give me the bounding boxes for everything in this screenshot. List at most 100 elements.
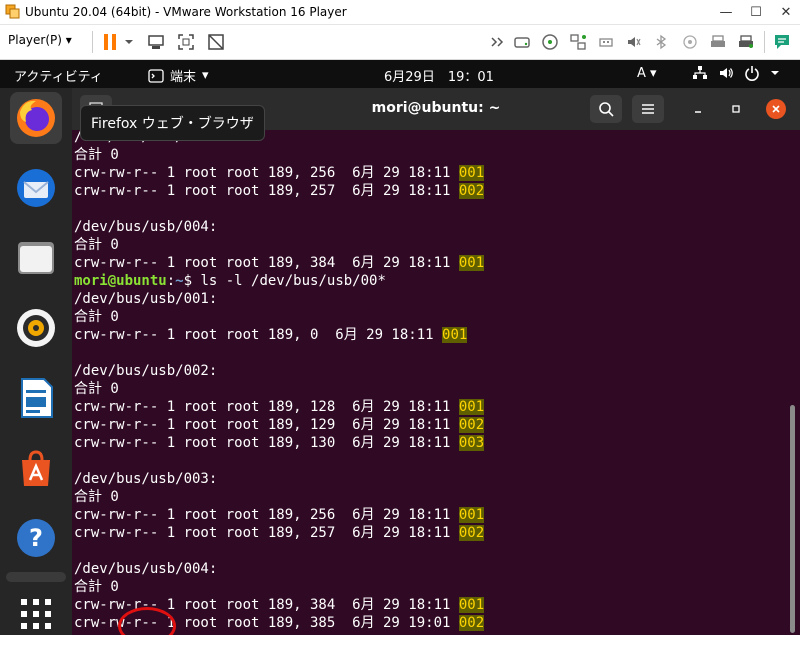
sound-card-icon[interactable] bbox=[624, 32, 644, 52]
output-text: crw-rw-r-- 1 root root 189, 130 6月 29 18… bbox=[74, 435, 459, 451]
dock-show-applications[interactable] bbox=[10, 592, 62, 636]
output-text: 合計 0 bbox=[74, 309, 119, 325]
svg-text:?: ? bbox=[29, 524, 43, 552]
clock[interactable]: 6月29日 19：01 bbox=[384, 66, 494, 85]
player-menu[interactable]: Player(P) ▾ bbox=[8, 33, 72, 47]
usb-device-icon[interactable] bbox=[596, 32, 616, 52]
dock-files[interactable] bbox=[10, 232, 62, 284]
output-text: crw-rw-r-- 1 root root 189, 256 6月 29 18… bbox=[74, 507, 459, 523]
terminal-line: crw-rw-r-- 1 root root 189, 256 6月 29 18… bbox=[74, 164, 784, 182]
ubuntu-software-icon bbox=[22, 450, 50, 486]
maximize-icon bbox=[732, 105, 740, 113]
show-applications-icon bbox=[21, 599, 51, 629]
terminal-output[interactable]: /dev/bus/usb/003:合計 0crw-rw-r-- 1 root r… bbox=[74, 128, 784, 635]
dock-ubuntu-software[interactable] bbox=[10, 442, 62, 494]
fullscreen-icon[interactable] bbox=[176, 32, 196, 52]
bluetooth-icon[interactable] bbox=[652, 32, 672, 52]
terminal-line: crw-rw-r-- 1 root root 189, 130 6月 29 18… bbox=[74, 434, 784, 452]
device-number: 003 bbox=[458, 435, 485, 451]
message-log-icon[interactable] bbox=[772, 32, 792, 52]
device-number: 001 bbox=[458, 399, 485, 415]
dock: ? bbox=[0, 88, 72, 635]
vm-bottom-border bbox=[0, 635, 800, 649]
vmware-app-icon bbox=[5, 4, 20, 19]
cd-dvd-icon[interactable] bbox=[540, 32, 560, 52]
prompt-path: ~ bbox=[175, 273, 184, 289]
terminal-line: 合計 0 bbox=[74, 236, 784, 254]
hard-disk-icon[interactable] bbox=[512, 32, 532, 52]
libreoffice-writer-icon bbox=[21, 378, 53, 418]
input-source-indicator[interactable]: A ▾ bbox=[637, 66, 657, 81]
output-text: /dev/bus/usb/003: bbox=[74, 471, 218, 487]
terminal-line: crw-rw-r-- 1 root root 189, 129 6月 29 18… bbox=[74, 416, 784, 434]
dock-thunderbird[interactable] bbox=[10, 162, 62, 214]
activities-button[interactable]: アクティビティ bbox=[14, 66, 103, 85]
terminal-line: crw-rw-r-- 1 root root 189, 128 6月 29 18… bbox=[74, 398, 784, 416]
device-number: 001 bbox=[458, 507, 485, 523]
volume-icon bbox=[720, 68, 733, 78]
camera-icon[interactable] bbox=[680, 32, 700, 52]
output-text: crw-rw-r-- 1 root root 189, 257 6月 29 18… bbox=[74, 525, 459, 541]
close-icon bbox=[772, 105, 780, 113]
network-adapter-icon[interactable] bbox=[568, 32, 588, 52]
send-ctrl-alt-del-icon[interactable] bbox=[146, 32, 166, 52]
terminal-line: crw-rw-r-- 1 root root 189, 257 6月 29 18… bbox=[74, 524, 784, 542]
app-menu-terminal[interactable]: 端末 ▾ bbox=[148, 66, 209, 85]
unity-mode-icon[interactable] bbox=[206, 32, 226, 52]
output-text: crw-rw-r-- 1 root root 189, 256 6月 29 18… bbox=[74, 165, 459, 181]
dock-rhythmbox[interactable] bbox=[10, 302, 62, 354]
search-button[interactable] bbox=[590, 95, 622, 123]
dock-help[interactable]: ? bbox=[10, 512, 62, 564]
terminal-maximize-button[interactable] bbox=[726, 99, 746, 119]
minimize-button[interactable]: — bbox=[712, 0, 740, 24]
prompt-separator: : bbox=[166, 273, 176, 289]
terminal-window[interactable]: mori@ubuntu: ~ /dev/bus/usb/003:合計 0crw-… bbox=[72, 88, 800, 635]
window-title: Ubuntu 20.04 (64bit) - VMware Workstatio… bbox=[25, 5, 347, 19]
device-number: 001 bbox=[458, 255, 485, 271]
terminal-close-button[interactable] bbox=[766, 99, 786, 119]
output-text: 合計 0 bbox=[74, 381, 119, 397]
pause-icon[interactable] bbox=[100, 32, 120, 52]
player-menu-label: Player(P) bbox=[8, 33, 62, 47]
thunderbird-icon bbox=[17, 169, 55, 207]
hamburger-menu-icon bbox=[642, 104, 654, 114]
terminal-line: /dev/bus/usb/002: bbox=[74, 362, 784, 380]
dock-libreoffice-writer[interactable] bbox=[10, 372, 62, 424]
terminal-line: crw-rw-r-- 1 root root 189, 385 6月 29 19… bbox=[74, 614, 784, 632]
chevron-down-icon: ▾ bbox=[202, 68, 209, 83]
close-window-button[interactable]: ✕ bbox=[772, 0, 800, 24]
terminal-line: /dev/bus/usb/004: bbox=[74, 560, 784, 578]
dock-firefox[interactable] bbox=[10, 92, 62, 144]
terminal-scrollbar[interactable] bbox=[790, 405, 795, 633]
terminal-minimize-button[interactable] bbox=[688, 99, 708, 119]
menu-button[interactable] bbox=[632, 95, 664, 123]
device-number: 002 bbox=[458, 417, 485, 433]
pause-dropdown-icon[interactable] bbox=[122, 32, 136, 52]
device-number: 002 bbox=[458, 183, 485, 199]
terminal-line: 合計 0 bbox=[74, 578, 784, 596]
terminal-icon bbox=[148, 68, 164, 83]
output-text: 合計 0 bbox=[74, 147, 119, 163]
minimize-icon bbox=[695, 111, 701, 113]
power-icon bbox=[745, 66, 759, 81]
double-chevron-icon[interactable] bbox=[488, 32, 508, 52]
printer-connected-icon[interactable] bbox=[736, 32, 756, 52]
device-number: 001 bbox=[458, 597, 485, 613]
system-menu[interactable] bbox=[692, 65, 780, 81]
vmware-title-bar: Ubuntu 20.04 (64bit) - VMware Workstatio… bbox=[0, 0, 800, 25]
device-number: 001 bbox=[442, 327, 468, 343]
output-text: /dev/bus/usb/001: bbox=[74, 291, 218, 307]
device-number: 001 bbox=[458, 165, 485, 181]
search-icon bbox=[599, 102, 614, 117]
printer-icon[interactable] bbox=[708, 32, 728, 52]
terminal-line: /dev/bus/usb/003: bbox=[74, 470, 784, 488]
prompt-symbol: $ bbox=[183, 273, 201, 289]
maximize-button[interactable]: ☐ bbox=[742, 0, 770, 24]
device-number: 002 bbox=[458, 525, 485, 541]
output-text: 合計 0 bbox=[74, 489, 119, 505]
terminal-line: /dev/bus/usb/001: bbox=[74, 290, 784, 308]
terminal-line: crw-rw-r-- 1 root root 189, 384 6月 29 18… bbox=[74, 596, 784, 614]
